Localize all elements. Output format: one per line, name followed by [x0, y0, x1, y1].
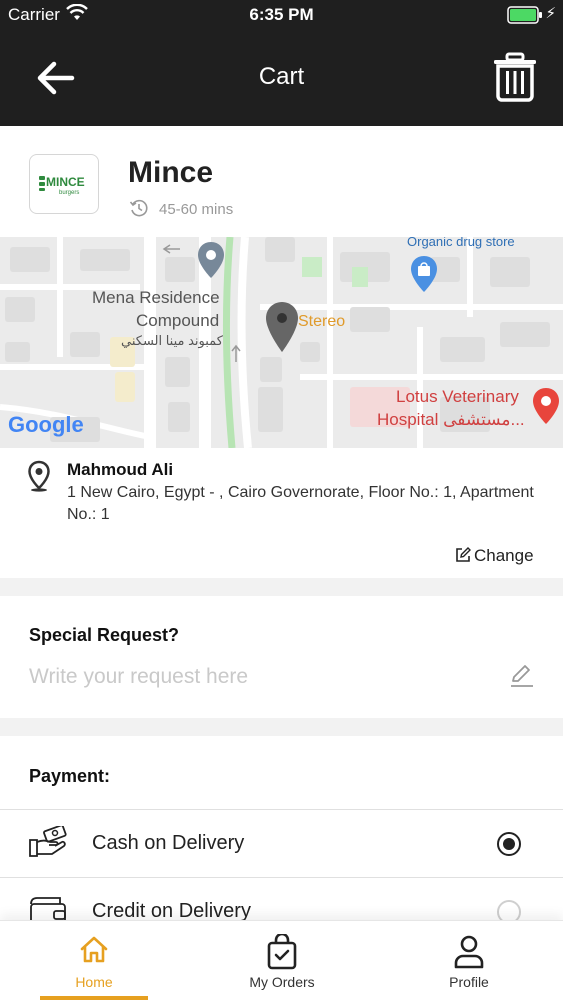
page-title: Cart [258, 63, 305, 90]
edit-icon [456, 547, 471, 562]
shopping-bag-icon [411, 256, 437, 292]
user-icon [454, 935, 484, 969]
address-name: Mahmoud Ali [67, 460, 174, 479]
trash-icon-button[interactable] [492, 52, 538, 102]
map-label-stereo: Stereo [298, 313, 346, 330]
restaurant-logo: MINCE burgers [29, 154, 99, 214]
address-line: 1 New Cairo, Egypt - , Cairo Governorate… [67, 484, 534, 523]
map-label-compound: Compound [136, 311, 220, 330]
special-request-input[interactable] [29, 662, 489, 692]
payment-option-label: Cash on Delivery [92, 832, 245, 854]
tab-label: Profile [449, 974, 489, 990]
tab-label: My Orders [249, 974, 315, 990]
cash-hand-icon [29, 826, 67, 857]
map-label-mena: Mena Residence [92, 288, 220, 307]
mince-logo-image: MINCE burgers [39, 175, 85, 196]
tab-my-orders[interactable]: My Orders [228, 921, 336, 1000]
history-clock-icon [129, 199, 148, 217]
vet-marker-icon [533, 388, 559, 424]
bottom-tab-bar: Home My Orders Profile [0, 920, 563, 1000]
pencil-icon [511, 665, 533, 687]
home-icon [80, 936, 108, 963]
map-label-organic: Organic drug store [407, 237, 515, 249]
status-time: 6:35 PM [249, 5, 314, 24]
map-label-lotus: Lotus Veterinary [396, 387, 519, 406]
tab-label: Home [75, 974, 113, 990]
section-divider [0, 578, 563, 596]
section-divider [0, 718, 563, 736]
top-bar: Carrier 6:35 PM ⚡ Cart [0, 0, 563, 126]
battery-icon [507, 6, 542, 24]
payment-title: Payment: [29, 766, 111, 786]
delivery-time: 45-60 mins [159, 201, 234, 218]
change-label: Change [474, 546, 534, 565]
map-label-mena-arabic: كمبوند مينا السكني [121, 333, 223, 348]
google-logo: Google [8, 412, 84, 437]
payment-option-cash[interactable]: Cash on Delivery [0, 809, 563, 877]
status-bar: Carrier 6:35 PM ⚡ [0, 0, 563, 30]
address-map[interactable]: Organic drug store Mena Residence Compou… [0, 237, 563, 448]
radio-selected[interactable] [497, 832, 521, 856]
charging-icon: ⚡ [545, 5, 556, 22]
tab-home[interactable]: Home [40, 921, 148, 1000]
change-address-button[interactable]: Change [455, 546, 534, 566]
location-pin-icon [266, 302, 298, 352]
location-pin-icon [28, 460, 50, 492]
tab-profile[interactable]: Profile [415, 921, 523, 1000]
map-label-hospital: Hospital مستشفى... [377, 410, 525, 429]
restaurant-name: Mince [128, 156, 214, 189]
map-marker-icon [198, 242, 224, 278]
active-tab-indicator [40, 996, 148, 1000]
shopping-bag-check-icon [267, 934, 297, 970]
special-request-title: Special Request? [29, 625, 180, 645]
logo-text: MINCE [46, 175, 85, 189]
radio-dot [503, 838, 515, 850]
logo-subtext: burgers [59, 190, 79, 196]
